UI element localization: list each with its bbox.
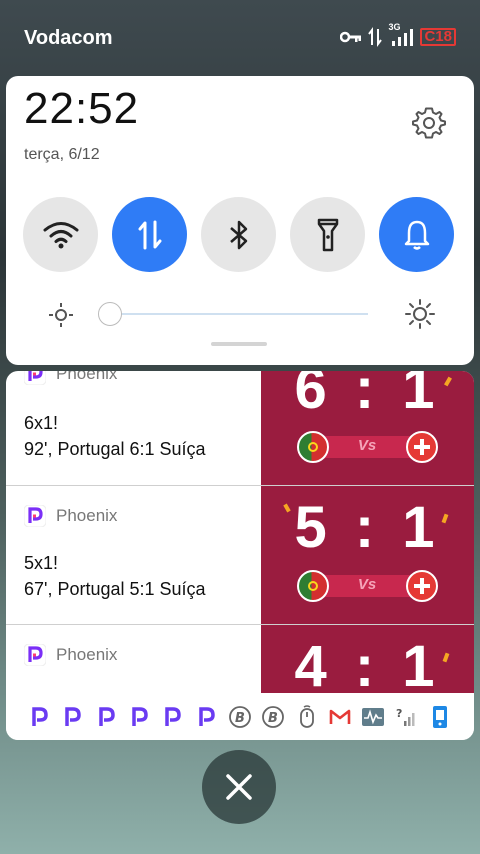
notification-card[interactable]: Phoenix 4 : 1 [6, 625, 474, 695]
brightness-slider-track[interactable] [112, 313, 368, 315]
flashlight-toggle[interactable] [290, 197, 365, 272]
wifi-toggle[interactable] [23, 197, 98, 272]
wifi-icon [43, 221, 78, 248]
phoenix-icon [128, 705, 152, 729]
flashlight-icon [317, 218, 338, 251]
activity-icon [361, 705, 385, 729]
signal-icon: ? [395, 705, 419, 729]
settings-button[interactable] [412, 106, 446, 140]
brightness-control [46, 298, 436, 330]
score-right: 1 [402, 371, 441, 421]
app-header: Phoenix [24, 371, 117, 385]
quick-tiles [23, 197, 454, 272]
close-icon [226, 774, 252, 800]
notification-icon-tray[interactable]: B B ? [6, 693, 474, 740]
brightness-slider-knob[interactable] [98, 302, 122, 326]
score-image: 4 : 1 [261, 625, 474, 695]
svg-text:B: B [268, 711, 278, 726]
phoenix-app-icon [24, 371, 46, 385]
app-header: Phoenix [24, 644, 117, 666]
score-left: 6 [294, 371, 333, 421]
bitcoin-icon: B [228, 705, 252, 729]
app-name: Phoenix [56, 371, 118, 383]
phoenix-app-icon [24, 505, 46, 527]
notification-sound-toggle[interactable] [379, 197, 454, 272]
phoenix-icon [195, 705, 219, 729]
notification-body: 92', Portugal 6:1 Suíça [24, 439, 206, 459]
gmail-icon [328, 705, 352, 729]
phoenix-icon [28, 705, 52, 729]
date[interactable]: terça, 6/12 [24, 146, 100, 164]
battery-indicator: C18 [420, 28, 456, 46]
panel-drag-handle[interactable] [211, 342, 267, 346]
bluetooth-toggle[interactable] [201, 197, 276, 272]
app-name: Phoenix [56, 506, 118, 525]
score-display: 5 : 1 [294, 495, 441, 560]
bitcoin-icon: B [261, 705, 285, 729]
close-button[interactable] [202, 750, 276, 824]
svg-text:?: ? [396, 707, 402, 720]
status-bar: Vodacom 3G C18 [0, 0, 480, 76]
notification-card[interactable]: Phoenix 5x1! 67', Portugal 5:1 Suíça 5 :… [6, 486, 474, 625]
notification-body: 67', Portugal 5:1 Suíça [24, 579, 206, 599]
score-right: 1 [402, 634, 441, 695]
bluetooth-icon [229, 220, 247, 249]
notification-content: Phoenix [6, 625, 261, 695]
score-left: 5 [294, 495, 333, 560]
score-right: 1 [402, 495, 441, 560]
mobile-data-toggle[interactable] [112, 197, 187, 272]
score-image: 5 : 1 Vs [261, 486, 474, 624]
score-display: 6 : 1 [261, 371, 474, 422]
app-name: Phoenix [56, 645, 118, 664]
mouse-icon [295, 704, 319, 729]
clock[interactable]: 22:52 [24, 84, 139, 134]
app-header: Phoenix [24, 505, 117, 527]
notification-title: 5x1! [24, 553, 59, 573]
portugal-flag-icon [297, 431, 329, 463]
phoenix-icon [95, 705, 119, 729]
portugal-flag-icon [297, 570, 329, 602]
carrier-name: Vodacom [24, 27, 113, 49]
quick-settings-panel: 22:52 terça, 6/12 [6, 76, 474, 365]
cell-signal-icon: 3G [388, 22, 414, 48]
notification-bell-icon [404, 220, 429, 250]
switzerland-flag-icon [406, 570, 438, 602]
notification-content: Phoenix 5x1! 67', Portugal 5:1 Suíça [6, 486, 261, 624]
phoenix-app-icon [24, 644, 46, 666]
switzerland-flag-icon [406, 431, 438, 463]
phone-icon [428, 705, 452, 729]
score-image: 6 : 1 Vs [261, 371, 474, 485]
status-icons: 3G C18 [340, 22, 456, 48]
notification-content: Phoenix 6x1! 92', Portugal 6:1 Suíça [6, 371, 261, 485]
score-display: 4 : 1 [261, 633, 474, 695]
brightness-low-icon [49, 303, 73, 327]
gear-icon [412, 107, 446, 139]
mobile-data-icon [138, 220, 161, 249]
phoenix-icon [161, 705, 185, 729]
notifications-panel: Phoenix 6x1! 92', Portugal 6:1 Suíça 6 :… [6, 371, 474, 740]
svg-text:B: B [235, 711, 245, 726]
phoenix-icon [61, 705, 85, 729]
notification-title: 6x1! [24, 413, 59, 433]
notification-card[interactable]: Phoenix 6x1! 92', Portugal 6:1 Suíça 6 :… [6, 371, 474, 486]
score-left: 4 [294, 634, 333, 695]
vpn-key-icon [340, 31, 362, 43]
brightness-high-icon [405, 299, 435, 329]
data-transfer-icon [368, 27, 383, 47]
